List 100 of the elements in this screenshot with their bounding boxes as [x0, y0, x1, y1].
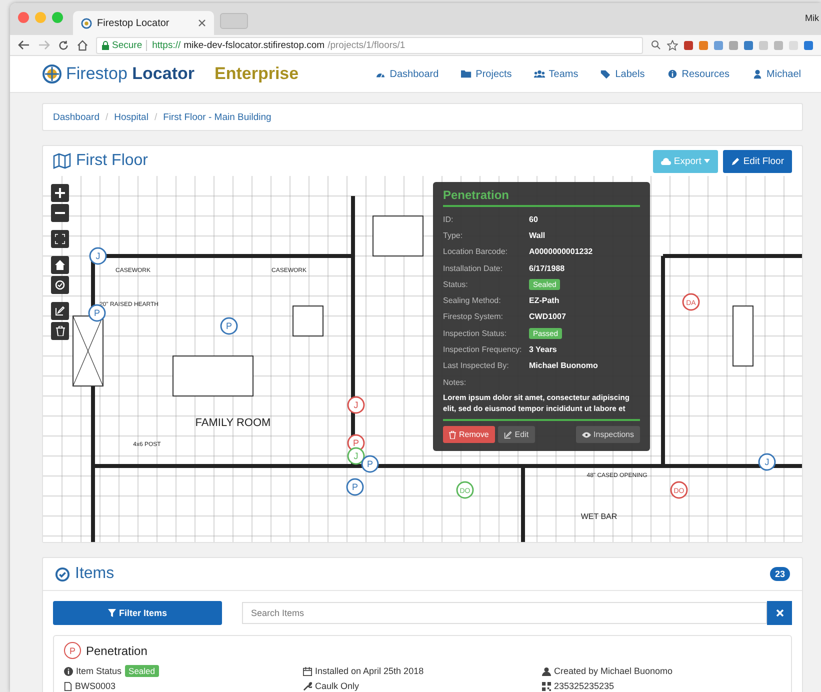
- home-icon[interactable]: [77, 40, 88, 50]
- field-value: Wall: [529, 230, 546, 240]
- document-icon: [64, 682, 72, 690]
- profile-name[interactable]: Mik: [805, 13, 819, 23]
- field-label: Sealing Method:: [443, 296, 502, 306]
- nav-link[interactable]: Labels: [600, 68, 645, 80]
- edit-icon: [504, 430, 512, 439]
- trash-icon: [56, 326, 64, 336]
- wrench-icon: [303, 682, 312, 690]
- clear-search-button[interactable]: [767, 601, 792, 625]
- field-value: Michael Buonomo: [529, 361, 598, 370]
- notes-label: Notes:: [443, 378, 468, 387]
- zoom-icon[interactable]: [651, 40, 661, 50]
- nav-link[interactable]: Michael: [752, 68, 801, 80]
- nav-icon: [600, 69, 612, 79]
- plus-icon: [55, 188, 65, 198]
- home-button[interactable]: [51, 256, 69, 274]
- close-icon[interactable]: [198, 19, 206, 27]
- edit-icon: [55, 306, 65, 316]
- star-icon[interactable]: [667, 40, 678, 50]
- plan-label: FAMILY ROOM: [195, 417, 271, 429]
- site-icon: [81, 18, 92, 28]
- creator-text: Created by Michael Buonomo: [554, 666, 673, 676]
- location-marker[interactable]: P: [346, 478, 364, 496]
- item-code: 235325235235: [554, 681, 614, 691]
- address-field[interactable]: Secure https:// mike-dev-fslocator.stifirestop.com /projects/1/floors/1: [96, 36, 643, 54]
- barcode-text: BWS0003: [75, 681, 116, 691]
- caret-icon: [704, 159, 710, 163]
- lock-icon: [102, 40, 109, 50]
- nav-link[interactable]: Dashboard: [374, 68, 439, 80]
- delete-button[interactable]: [51, 322, 69, 340]
- eye-icon: [582, 432, 591, 438]
- field-label: Type:: [443, 230, 464, 240]
- qr-code-icon: [542, 682, 551, 690]
- nav-link[interactable]: Projects: [460, 68, 512, 80]
- location-marker[interactable]: P: [361, 455, 379, 473]
- field-label: Inspection Frequency:: [443, 345, 523, 354]
- remove-button[interactable]: Remove: [443, 426, 495, 444]
- back-icon[interactable]: [18, 40, 30, 50]
- zoom-out-button[interactable]: [51, 204, 69, 222]
- location-marker[interactable]: J: [89, 247, 107, 265]
- pencil-icon: [731, 156, 740, 166]
- edit-button[interactable]: Edit: [498, 426, 535, 444]
- breadcrumb-link[interactable]: Hospital: [114, 112, 148, 122]
- zoom-in-button[interactable]: [51, 184, 69, 202]
- close-icon: [776, 609, 784, 617]
- user-icon: [542, 666, 551, 676]
- calendar-icon: [303, 666, 312, 676]
- check-circle-icon: [55, 566, 70, 582]
- field-value: A0000000001232: [529, 247, 593, 256]
- nav-icon: [666, 69, 678, 79]
- floor-plan-map[interactable]: [43, 176, 802, 542]
- counter-drawing: [732, 306, 754, 366]
- field-value: CWD1007: [529, 312, 566, 322]
- location-marker[interactable]: J: [758, 453, 776, 471]
- nav-link[interactable]: Resources: [666, 68, 730, 80]
- item-card[interactable]: P Penetration Item Status Sealed Installed on April 25th 2018 Created by Michael Buonomo BWS0003 Caulk Only 235325235235: [53, 635, 792, 692]
- field-value: 6/17/1988: [529, 264, 565, 273]
- home-icon: [55, 260, 65, 270]
- location-marker[interactable]: P: [220, 317, 238, 335]
- chair-drawing: [292, 306, 324, 336]
- fullscreen-button[interactable]: [51, 230, 69, 248]
- marker-badge: P: [64, 642, 81, 659]
- location-marker[interactable]: J: [347, 396, 365, 414]
- item-title: Penetration: [86, 644, 148, 658]
- nav-icon: [752, 69, 763, 79]
- reload-icon[interactable]: [58, 40, 69, 50]
- edit-floor-button[interactable]: Edit Floor: [723, 150, 792, 172]
- field-label: ID:: [443, 214, 454, 224]
- breadcrumb-separator: /: [105, 112, 108, 122]
- field-label: Inspection Status:: [443, 328, 508, 338]
- breadcrumb-link[interactable]: First Floor - Main Building: [163, 112, 272, 122]
- search-field[interactable]: Search Items: [242, 602, 767, 624]
- browser-tab[interactable]: Firestop Locator: [73, 11, 214, 35]
- inspections-button[interactable]: Inspections: [576, 426, 640, 444]
- info-icon: [64, 666, 73, 676]
- status-badge: Sealed: [124, 665, 159, 677]
- field-label: Last Inspected By:: [443, 361, 510, 370]
- logo-icon: [42, 64, 62, 84]
- field-label: Status:: [443, 280, 469, 289]
- fullscreen-icon: [55, 234, 65, 244]
- nav-link[interactable]: Teams: [534, 68, 578, 80]
- edit-button[interactable]: [51, 302, 69, 320]
- field-value: EZ-Path: [529, 296, 560, 306]
- sealing-method: Caulk Only: [315, 681, 360, 691]
- field-value: 3 Years: [529, 345, 557, 354]
- floor-title: First Floor: [76, 152, 148, 170]
- breadcrumb-separator: /: [154, 112, 158, 122]
- field-label: Installation Date:: [443, 264, 504, 273]
- check-button[interactable]: [51, 276, 69, 294]
- logo-text[interactable]: Firestop Locator: [66, 64, 194, 84]
- install-date: Installed on April 25th 2018: [315, 666, 424, 676]
- field-label: Location Barcode:: [443, 247, 508, 256]
- breadcrumb-link[interactable]: Dashboard: [53, 112, 100, 122]
- fireplace-drawing: [72, 316, 104, 386]
- check-circle-icon: [55, 280, 65, 290]
- filter-items-button[interactable]: Filter Items: [53, 601, 222, 625]
- field-value: 60: [529, 214, 538, 224]
- field-label: Firestop System:: [443, 312, 504, 322]
- item-count-badge: 23: [770, 567, 790, 581]
